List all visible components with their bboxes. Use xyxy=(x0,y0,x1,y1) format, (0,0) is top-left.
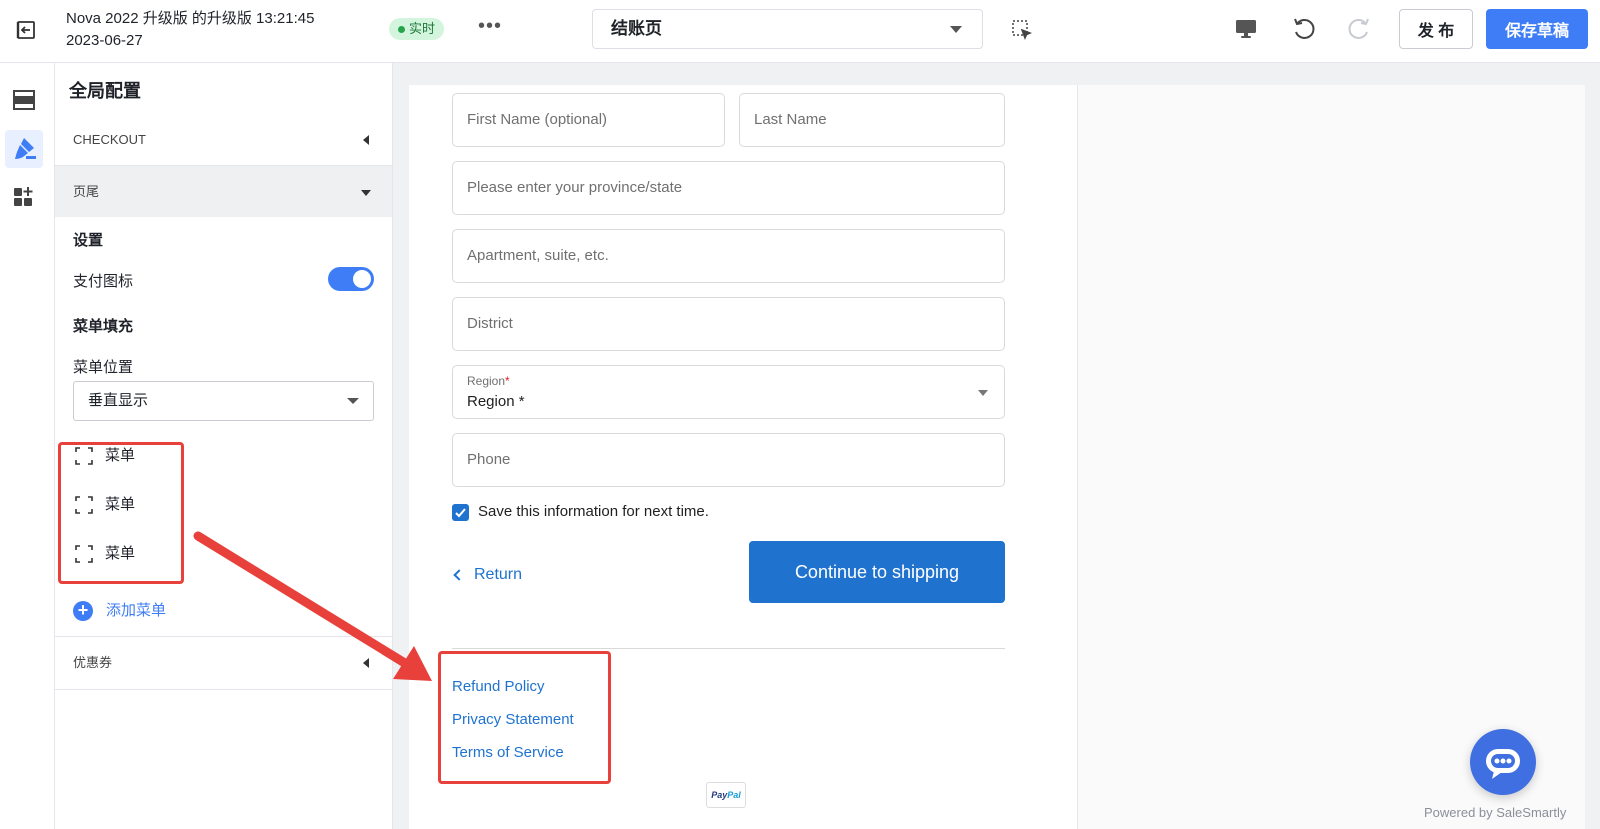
paypal-logo: PayPal xyxy=(706,782,746,808)
left-icon-rail xyxy=(0,63,55,829)
menu-item-label: 菜单 xyxy=(105,496,136,513)
save-draft-button[interactable]: 保存草稿 xyxy=(1486,9,1588,49)
return-link[interactable]: Return xyxy=(452,563,522,587)
chevron-down-icon xyxy=(347,398,359,404)
preview-canvas: First Name (optional) Last Name Please e… xyxy=(393,63,1600,829)
district-field[interactable]: District xyxy=(452,297,1005,351)
region-label: Region* xyxy=(467,374,510,388)
refund-policy-link[interactable]: Refund Policy xyxy=(452,678,545,695)
add-menu-label: 添加菜单 xyxy=(106,602,167,619)
chevron-down-icon xyxy=(950,26,962,33)
checkout-preview: First Name (optional) Last Name Please e… xyxy=(409,85,1077,829)
privacy-statement-link[interactable]: Privacy Statement xyxy=(452,711,574,728)
desktop-preview-icon[interactable] xyxy=(1234,17,1258,41)
caret-left-icon xyxy=(363,658,369,668)
settings-panel: 全局配置 CHECKOUT 页尾 设置 支付图标 菜单填充 菜单位置 垂直显示 … xyxy=(55,63,393,829)
province-field[interactable]: Please enter your province/state xyxy=(452,161,1005,215)
undo-icon[interactable] xyxy=(1291,16,1317,42)
checkbox-checked-icon xyxy=(452,504,469,521)
more-options-icon[interactable]: ••• xyxy=(478,16,502,40)
caret-down-icon xyxy=(361,190,371,196)
chevron-left-icon xyxy=(453,569,465,581)
menu-position-value: 垂直显示 xyxy=(88,392,149,409)
expand-icon xyxy=(75,496,93,514)
powered-by-text: Powered by SaleSmartly xyxy=(1424,805,1567,820)
order-summary-area xyxy=(1077,85,1585,829)
caret-left-icon xyxy=(363,135,369,145)
draft-title: Nova 2022 升级版 的升级版 13:21:45 2023-06-27 xyxy=(66,8,314,52)
chat-widget-button[interactable] xyxy=(1470,729,1536,795)
add-menu-button[interactable]: + 添加菜单 xyxy=(73,599,166,623)
theme-style-icon[interactable] xyxy=(5,130,43,168)
expand-icon xyxy=(75,545,93,563)
plus-icon: + xyxy=(73,601,93,621)
publish-button[interactable]: 发 布 xyxy=(1399,9,1473,49)
menu-item[interactable]: 菜单 xyxy=(73,490,233,520)
save-info-checkbox[interactable]: Save this information for next time. xyxy=(452,502,709,522)
section-footer[interactable]: 页尾 xyxy=(55,165,392,217)
expand-icon xyxy=(75,447,93,465)
settings-heading: 设置 xyxy=(73,232,104,249)
menu-item[interactable]: 菜单 xyxy=(73,539,233,569)
live-status-badge: 实时 xyxy=(389,18,445,40)
section-coupon-label: 优惠券 xyxy=(73,655,113,670)
menu-item-label: 菜单 xyxy=(105,447,136,464)
apartment-field[interactable]: Apartment, suite, etc. xyxy=(452,229,1005,283)
save-info-label: Save this information for next time. xyxy=(478,503,709,520)
first-name-field[interactable]: First Name (optional) xyxy=(452,93,725,147)
exit-icon[interactable] xyxy=(14,18,38,42)
region-select[interactable]: Region* Region * xyxy=(452,365,1005,419)
terms-of-service-link[interactable]: Terms of Service xyxy=(452,744,564,761)
page-select-dropdown[interactable]: 结账页 xyxy=(592,9,983,49)
menu-fill-heading: 菜单填充 xyxy=(73,318,134,335)
menu-item-label: 菜单 xyxy=(105,545,136,562)
continue-to-shipping-button[interactable]: Continue to shipping xyxy=(749,541,1005,603)
panel-title: 全局配置 xyxy=(69,81,141,101)
redo-icon[interactable] xyxy=(1346,16,1372,42)
sections-icon[interactable] xyxy=(5,81,43,119)
divider xyxy=(55,689,392,690)
last-name-field[interactable]: Last Name xyxy=(739,93,1005,147)
section-coupon[interactable]: 优惠券 xyxy=(55,637,392,689)
menu-item[interactable]: 菜单 xyxy=(73,441,233,471)
section-checkout-label: CHECKOUT xyxy=(73,132,146,147)
phone-field[interactable]: Phone xyxy=(452,433,1005,487)
menu-position-select[interactable]: 垂直显示 xyxy=(73,381,374,421)
section-checkout[interactable]: CHECKOUT xyxy=(55,114,392,166)
draft-title-date: 2023-06-27 xyxy=(66,32,143,49)
page-select-value: 结账页 xyxy=(611,19,662,38)
payment-icon-toggle[interactable] xyxy=(328,267,374,291)
element-select-icon[interactable] xyxy=(1011,19,1033,41)
apps-blocks-icon[interactable] xyxy=(5,178,43,216)
menu-position-label: 菜单位置 xyxy=(73,359,134,376)
chat-bubble-icon xyxy=(1486,749,1520,779)
return-label: Return xyxy=(474,566,523,583)
footer-divider xyxy=(452,648,1005,649)
draft-title-line1: Nova 2022 升级版 的升级版 13:21:45 xyxy=(66,10,315,27)
section-footer-label: 页尾 xyxy=(73,184,100,199)
region-value: Region * xyxy=(467,393,525,410)
chevron-down-icon xyxy=(978,390,988,396)
top-bar: Nova 2022 升级版 的升级版 13:21:45 2023-06-27 实… xyxy=(0,0,1600,63)
payment-icon-label: 支付图标 xyxy=(73,273,134,290)
